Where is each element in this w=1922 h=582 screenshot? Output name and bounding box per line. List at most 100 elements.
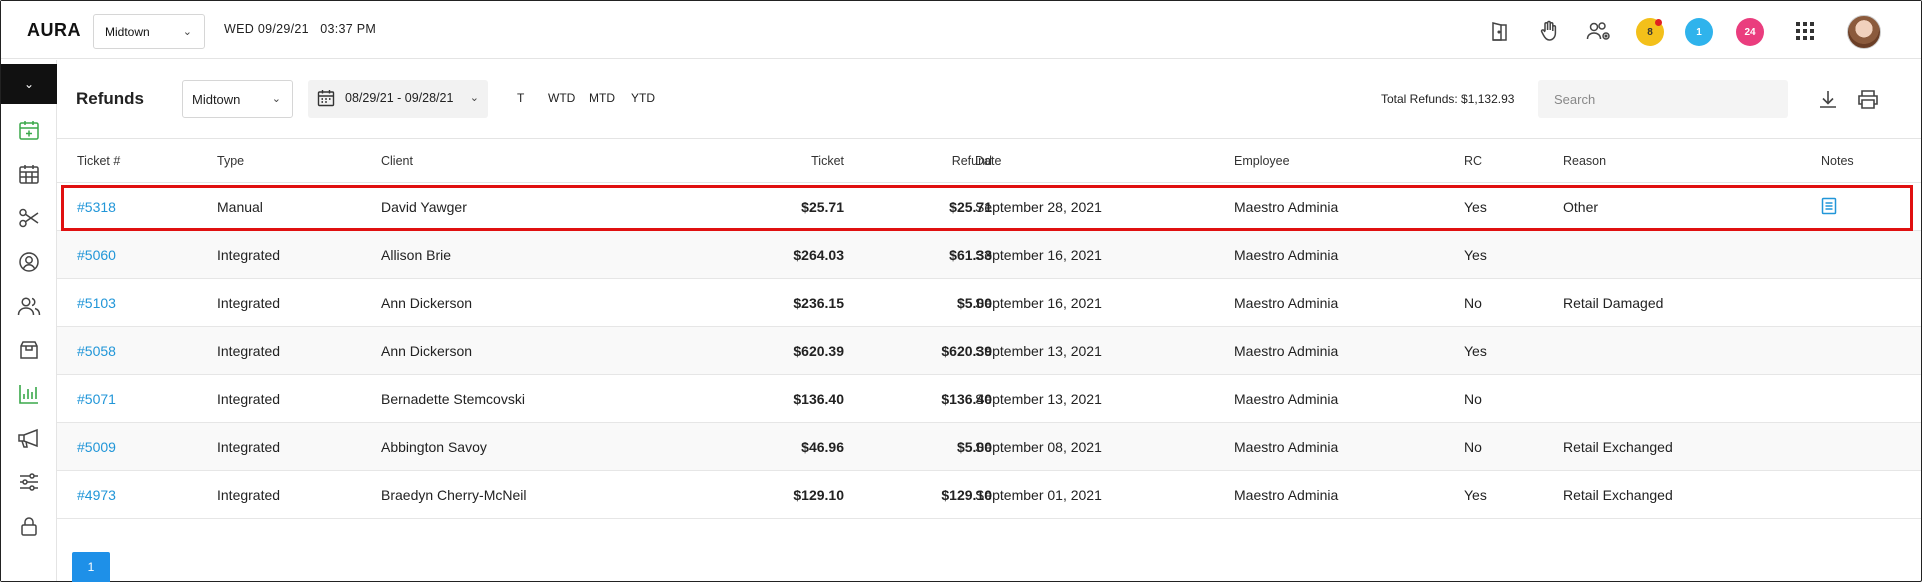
refund-type: Integrated — [217, 247, 281, 263]
notifications-count: 24 — [1744, 26, 1756, 38]
client-name: Allison Brie — [381, 247, 452, 263]
calendar-add-icon[interactable] — [15, 116, 43, 144]
rc-value: No — [1464, 391, 1482, 407]
door-icon[interactable] — [1486, 17, 1514, 45]
rc-value: Yes — [1464, 199, 1487, 215]
employee-name: Maestro Adminia — [1234, 391, 1339, 407]
rc-value: Yes — [1464, 487, 1487, 503]
refund-date: September 28, 2021 — [975, 199, 1102, 215]
ticket-amount: $25.71 — [801, 199, 844, 215]
column-header-reason[interactable]: Reason — [1563, 154, 1606, 168]
refund-type: Manual — [217, 199, 263, 215]
pagination-page-button[interactable]: 1 — [72, 552, 110, 582]
chevron-down-icon: ⌄ — [271, 93, 281, 105]
employee-name: Maestro Adminia — [1234, 199, 1339, 215]
client-name: David Yawger — [381, 199, 467, 215]
table-row[interactable]: #5318 Manual David Yawger $25.71 $25.71 … — [57, 183, 1921, 231]
table-row[interactable]: #5058 Integrated Ann Dickerson $620.39 $… — [57, 327, 1921, 375]
column-header-client[interactable]: Client — [381, 154, 413, 168]
ticket-link[interactable]: #4973 — [77, 487, 116, 503]
megaphone-icon[interactable] — [15, 424, 43, 452]
ticket-link[interactable]: #5060 — [77, 247, 116, 263]
table-row[interactable]: #5071 Integrated Bernadette Stemcovski $… — [57, 375, 1921, 423]
ticket-link[interactable]: #5071 — [77, 391, 116, 407]
period-today-button[interactable]: T — [517, 91, 524, 105]
chevron-down-icon: ⌄ — [182, 26, 192, 38]
refund-reason: Retail Exchanged — [1563, 439, 1673, 455]
users-gear-icon[interactable] — [1585, 17, 1613, 45]
ticket-link[interactable]: #5103 — [77, 295, 116, 311]
refund-date: September 13, 2021 — [975, 343, 1102, 359]
chevron-down-icon: ⌄ — [23, 77, 35, 91]
sliders-icon[interactable] — [15, 468, 43, 496]
ticket-amount: $620.39 — [793, 343, 844, 359]
column-header-ticket[interactable]: Ticket # — [77, 154, 120, 168]
calendar-icon[interactable] — [15, 160, 43, 188]
refund-type: Integrated — [217, 343, 281, 359]
column-header-rc[interactable]: RC — [1464, 154, 1482, 168]
new-alert-dot — [1655, 19, 1662, 26]
column-header-date[interactable]: Date — [975, 154, 1001, 168]
table-row[interactable]: #5060 Integrated Allison Brie $264.03 $6… — [57, 231, 1921, 279]
date-range-value: 08/29/21 - 09/28/21 — [345, 91, 454, 105]
period-wtd-button[interactable]: WTD — [548, 91, 575, 105]
refund-date: September 01, 2021 — [975, 487, 1102, 503]
notifications-badge[interactable]: 24 — [1736, 18, 1764, 46]
refund-reason: Retail Damaged — [1563, 295, 1664, 311]
column-header-type[interactable]: Type — [217, 154, 244, 168]
refund-reason: Other — [1563, 199, 1599, 215]
table-row[interactable]: #5103 Integrated Ann Dickerson $236.15 $… — [57, 279, 1921, 327]
scissors-icon[interactable] — [15, 204, 43, 232]
search-input[interactable] — [1538, 80, 1788, 118]
bar-chart-icon[interactable] — [15, 380, 43, 408]
table-row[interactable]: #4973 Integrated Braedyn Cherry-McNeil $… — [57, 471, 1921, 519]
calendar-icon — [317, 89, 335, 110]
column-header-notes: Notes — [1821, 154, 1854, 168]
table-row[interactable]: #5009 Integrated Abbington Savoy $46.96 … — [57, 423, 1921, 471]
period-ytd-button[interactable]: YTD — [631, 91, 655, 105]
note-icon[interactable] — [1821, 197, 1837, 218]
employee-name: Maestro Adminia — [1234, 343, 1339, 359]
messages-badge[interactable]: 1 — [1685, 18, 1713, 46]
location-filter-select[interactable]: Midtown ⌄ — [182, 80, 293, 118]
refund-date: September 16, 2021 — [975, 295, 1102, 311]
print-icon[interactable] — [1855, 86, 1881, 112]
refund-type: Integrated — [217, 487, 281, 503]
date-range-picker[interactable]: 08/29/21 - 09/28/21 ⌄ — [308, 80, 488, 118]
client-name: Bernadette Stemcovski — [381, 391, 525, 407]
rc-value: No — [1464, 439, 1482, 455]
refund-type: Integrated — [217, 295, 281, 311]
ticket-amount: $129.10 — [793, 487, 844, 503]
column-header-employee[interactable]: Employee — [1234, 154, 1290, 168]
ticket-link[interactable]: #5009 — [77, 439, 116, 455]
refund-date: September 16, 2021 — [975, 247, 1102, 263]
ticket-link[interactable]: #5058 — [77, 343, 116, 359]
alerts-badge[interactable]: 8 — [1636, 18, 1664, 46]
brand-logo[interactable]: AURA — [27, 20, 81, 41]
page-title: Refunds — [76, 89, 144, 108]
alerts-count: 8 — [1647, 26, 1653, 38]
hand-icon[interactable] — [1535, 17, 1563, 45]
client-name: Abbington Savoy — [381, 439, 487, 455]
user-avatar[interactable] — [1847, 15, 1881, 49]
current-datetime: WED 09/29/21 03:37 PM — [224, 22, 377, 36]
box-icon[interactable] — [15, 336, 43, 364]
refund-type: Integrated — [217, 439, 281, 455]
download-icon[interactable] — [1815, 86, 1841, 112]
table-header-row: Ticket # Type Client Ticket Refund Date … — [57, 139, 1921, 183]
location-select[interactable]: Midtown ⌄ — [93, 14, 205, 49]
ticket-amount: $136.40 — [793, 391, 844, 407]
lock-icon[interactable] — [15, 512, 43, 540]
users-icon[interactable] — [15, 292, 43, 320]
employee-name: Maestro Adminia — [1234, 439, 1339, 455]
client-name: Braedyn Cherry-McNeil — [381, 487, 527, 503]
column-header-ticket-amount[interactable]: Ticket — [811, 154, 844, 168]
employee-name: Maestro Adminia — [1234, 487, 1339, 503]
refund-date: September 08, 2021 — [975, 439, 1102, 455]
period-mtd-button[interactable]: MTD — [589, 91, 615, 105]
sidebar-toggle-button[interactable]: ⌄ — [1, 64, 57, 104]
ticket-link[interactable]: #5318 — [77, 199, 116, 215]
user-circle-icon[interactable] — [15, 248, 43, 276]
apps-grid-icon[interactable] — [1791, 17, 1819, 45]
rc-value: Yes — [1464, 343, 1487, 359]
